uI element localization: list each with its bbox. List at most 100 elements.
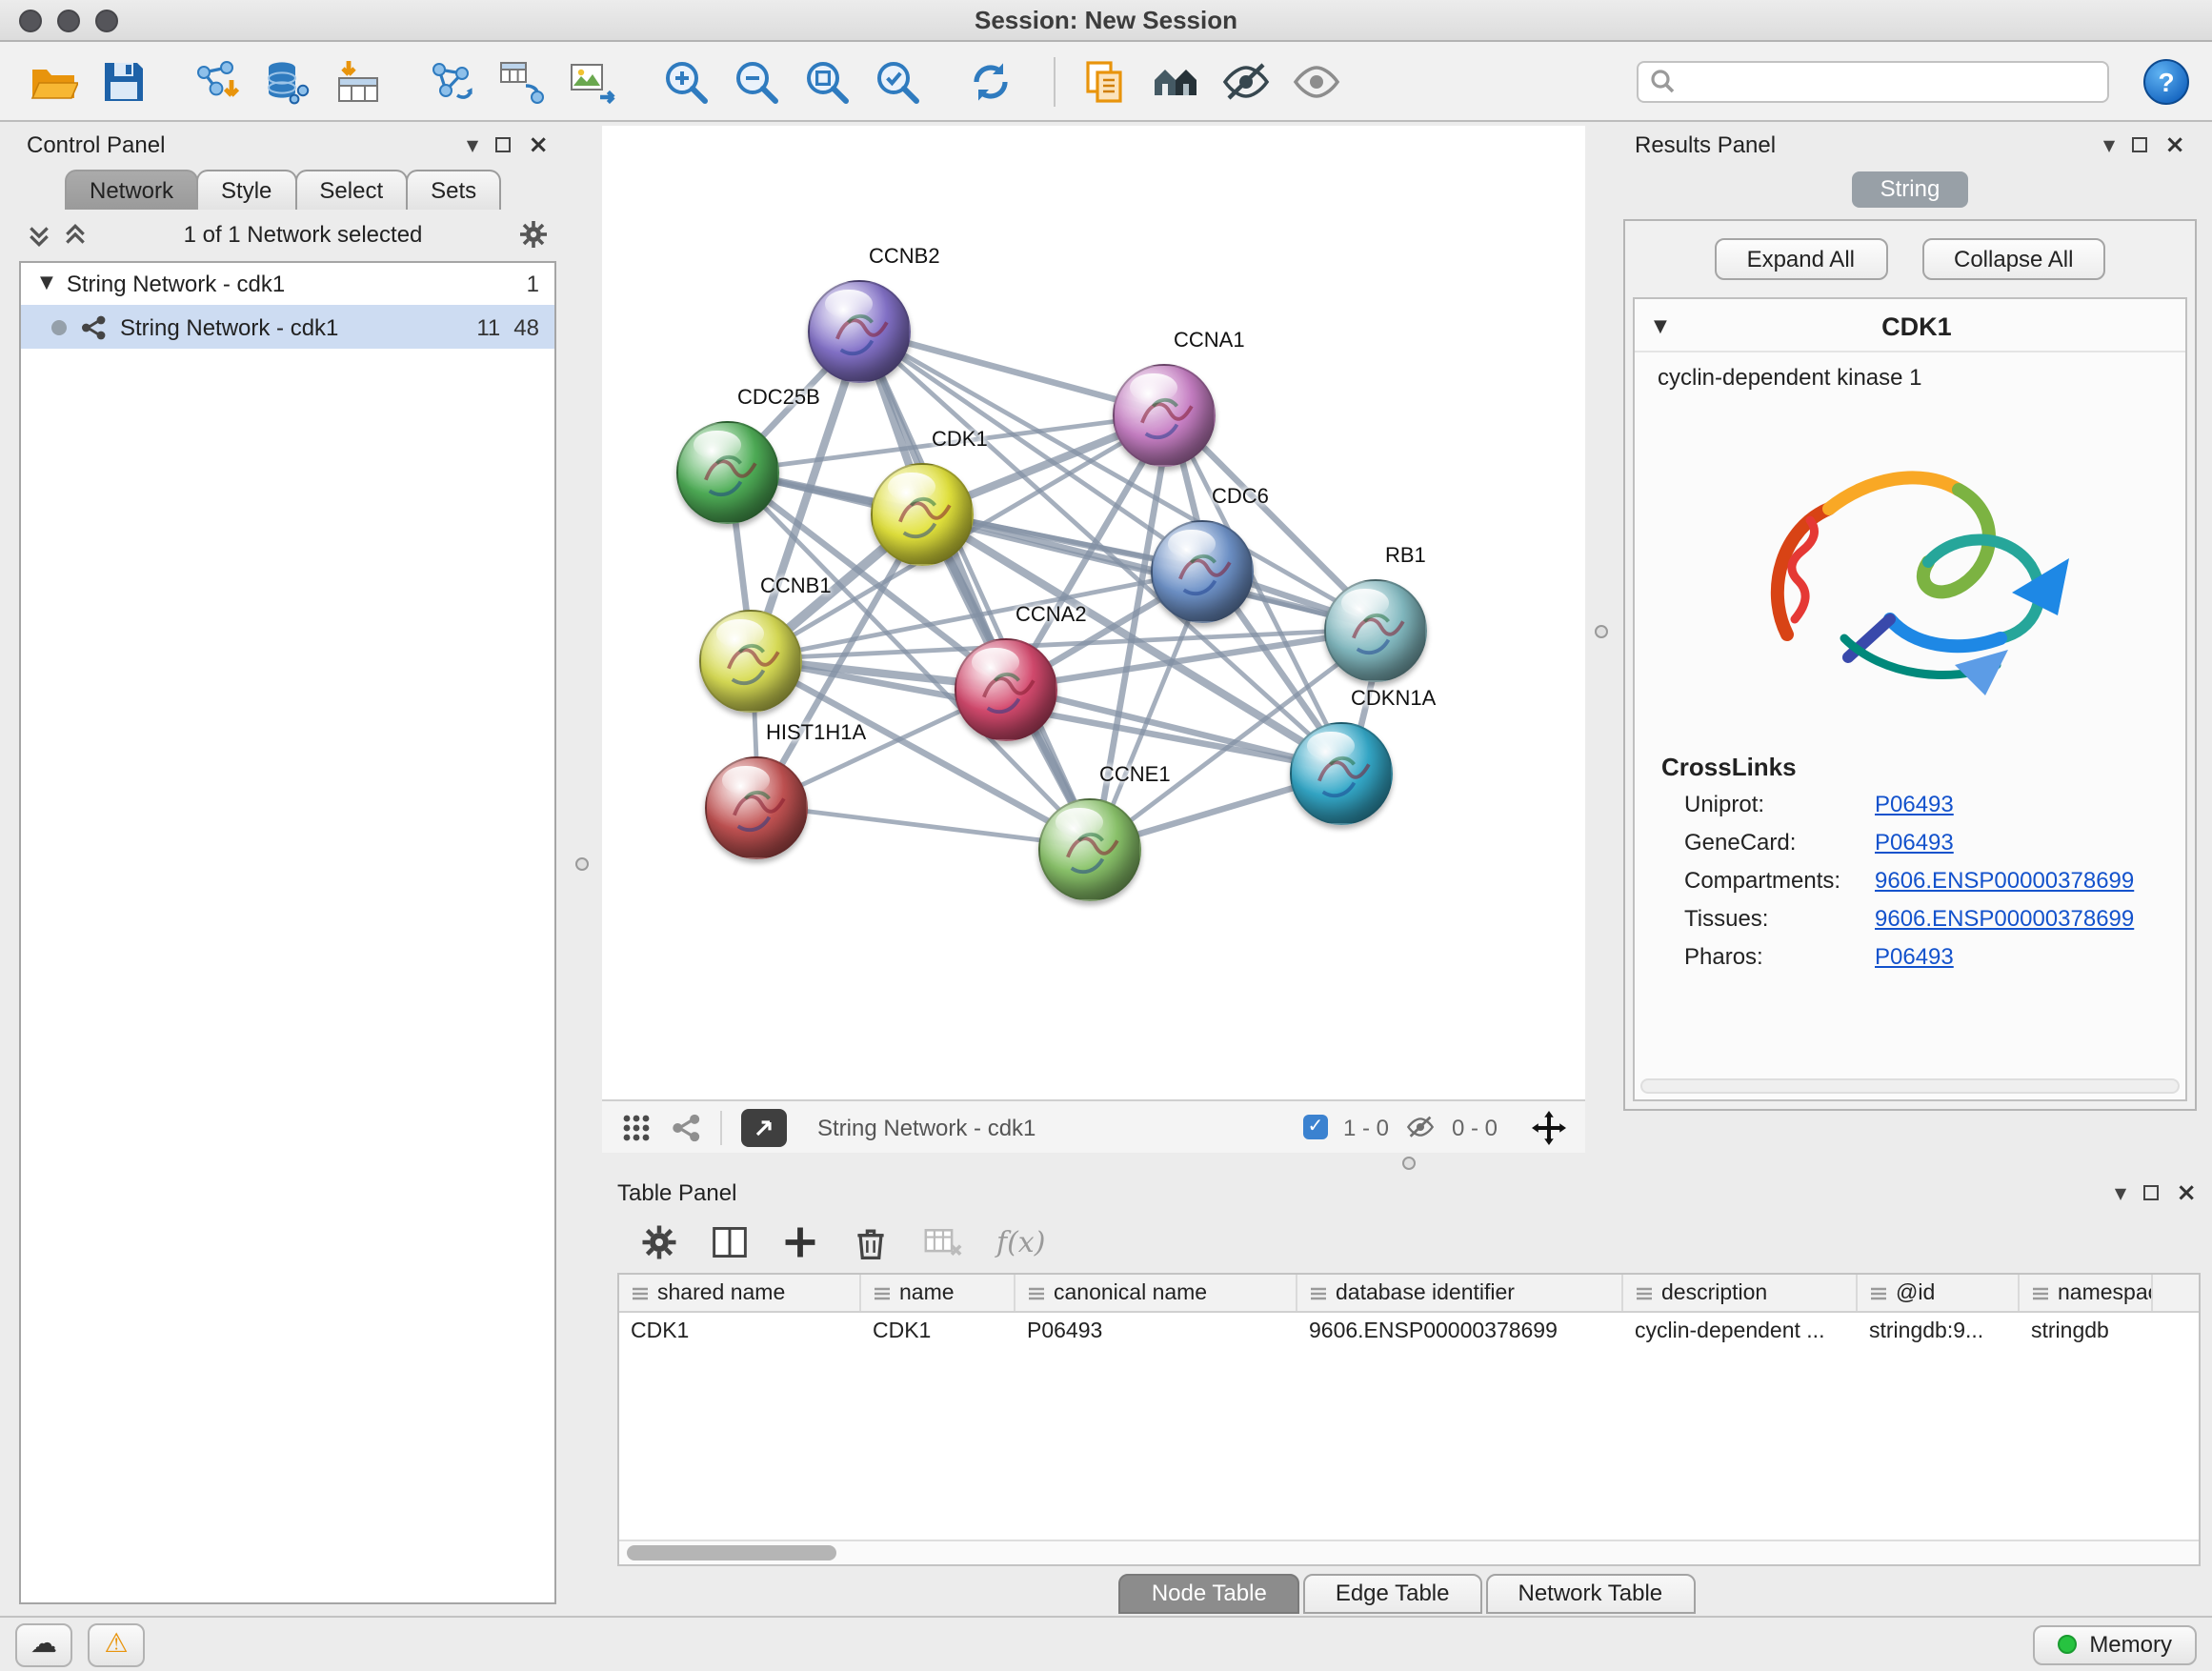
expand-all-button[interactable]: Expand All: [1715, 238, 1887, 280]
export-image-icon[interactable]: [562, 50, 623, 111]
column-header[interactable]: namespace: [2020, 1275, 2153, 1311]
tab-network-table[interactable]: Network Table: [1486, 1574, 1696, 1614]
tab-edge-table[interactable]: Edge Table: [1303, 1574, 1482, 1614]
detach-view-icon[interactable]: [741, 1108, 787, 1146]
network-label: String Network - cdk1: [120, 313, 463, 340]
collapse-section-icon[interactable]: ▼: [1654, 317, 1667, 336]
help-icon[interactable]: ?: [2143, 58, 2189, 104]
network-collection-row[interactable]: ▼ String Network - cdk1 1: [21, 263, 554, 305]
import-network-from-database-icon[interactable]: [257, 50, 318, 111]
network-canvas[interactable]: CCNB2CCNA1CDC25BCDK1CDC6RB1CCNB1CCNA2CDK…: [602, 126, 1585, 1099]
column-header[interactable]: @id: [1858, 1275, 2020, 1311]
network-node-ccnb1[interactable]: [699, 610, 802, 713]
import-network-from-file-icon[interactable]: [187, 50, 248, 111]
apply-layout-icon[interactable]: [960, 50, 1021, 111]
gear-icon[interactable]: [640, 1223, 678, 1261]
maximize-panel-icon[interactable]: [495, 137, 511, 152]
pan-move-icon[interactable]: [1532, 1110, 1566, 1144]
network-options-gear-icon[interactable]: [518, 219, 549, 250]
network-node-cdkn1a[interactable]: [1290, 722, 1393, 825]
network-node-ccne1[interactable]: [1038, 798, 1141, 901]
left-splitter[interactable]: [564, 122, 602, 1616]
table-splitter[interactable]: [602, 1153, 2212, 1174]
show-graphics-details-icon[interactable]: [1286, 50, 1347, 111]
zoom-in-icon[interactable]: [655, 50, 716, 111]
search-field[interactable]: [1637, 60, 2109, 102]
crosslink-value[interactable]: P06493: [1875, 943, 1954, 970]
columns-icon[interactable]: [711, 1223, 749, 1261]
splitter-handle[interactable]: [575, 857, 589, 871]
network-overview-icon[interactable]: [671, 1112, 701, 1142]
zoom-selected-icon[interactable]: [867, 50, 928, 111]
function-builder-icon[interactable]: f(x): [996, 1225, 1045, 1259]
network-node-cdk1[interactable]: [871, 463, 974, 566]
tab-select[interactable]: Select: [294, 170, 408, 210]
close-panel-icon[interactable]: ×: [528, 132, 549, 157]
crosslink-value[interactable]: 9606.ENSP00000378699: [1875, 867, 2134, 894]
scrollbar-thumb[interactable]: [627, 1545, 836, 1560]
open-session-icon[interactable]: [23, 50, 84, 111]
splitter-handle[interactable]: [1402, 1157, 1416, 1170]
delete-row-icon[interactable]: [852, 1223, 890, 1261]
network-node-rb1[interactable]: [1324, 579, 1427, 682]
grid-view-icon[interactable]: [621, 1112, 652, 1142]
right-splitter[interactable]: [1585, 122, 1619, 1153]
collapse-all-button[interactable]: Collapse All: [1921, 238, 2105, 280]
tab-network[interactable]: Network: [65, 170, 198, 210]
close-panel-icon[interactable]: ×: [2164, 132, 2185, 157]
splitter-handle[interactable]: [1595, 625, 1608, 638]
hide-graphics-details-icon[interactable]: [1216, 50, 1277, 111]
cloud-status-icon[interactable]: ☁: [15, 1622, 72, 1666]
network-node-ccna2[interactable]: [955, 638, 1057, 741]
crosslink-value[interactable]: P06493: [1875, 829, 1954, 856]
zoom-fit-icon[interactable]: [796, 50, 857, 111]
maximize-panel-icon[interactable]: [2132, 137, 2147, 152]
results-horizontal-scrollbar[interactable]: [1640, 1078, 2180, 1094]
add-row-icon[interactable]: [781, 1223, 819, 1261]
tab-sets[interactable]: Sets: [406, 170, 501, 210]
column-header[interactable]: canonical name: [1016, 1275, 1297, 1311]
crosslinks-list: Uniprot:P06493GeneCard:P06493Compartment…: [1635, 785, 2185, 976]
network-node-hist1h1a[interactable]: [705, 756, 808, 859]
zoom-out-icon[interactable]: [726, 50, 787, 111]
collapse-all-icon[interactable]: [27, 222, 51, 247]
maximize-panel-icon[interactable]: [2143, 1185, 2159, 1200]
column-header[interactable]: name: [861, 1275, 1016, 1311]
show-neighbors-icon[interactable]: [1145, 50, 1206, 111]
float-panel-icon[interactable]: ▼: [2103, 136, 2115, 153]
column-header[interactable]: description: [1623, 1275, 1858, 1311]
new-table-icon[interactable]: [492, 50, 553, 111]
memory-button[interactable]: Memory: [2032, 1624, 2197, 1664]
float-panel-icon[interactable]: ▼: [2115, 1184, 2126, 1201]
network-row-selected[interactable]: String Network - cdk1 11 48: [21, 305, 554, 349]
new-network-icon[interactable]: [421, 50, 482, 111]
crosslinks-title: CrossLinks: [1635, 737, 2185, 785]
tab-style[interactable]: Style: [196, 170, 296, 210]
network-node-ccnb2[interactable]: [808, 280, 911, 383]
crosslink-value[interactable]: 9606.ENSP00000378699: [1875, 905, 2134, 932]
minimize-window-button[interactable]: [57, 9, 80, 31]
close-window-button[interactable]: [19, 9, 42, 31]
tab-string[interactable]: String: [1852, 171, 1969, 208]
search-input[interactable]: [1684, 68, 2096, 94]
tab-node-table[interactable]: Node Table: [1119, 1574, 1299, 1614]
save-session-icon[interactable]: [93, 50, 154, 111]
duplicate-page-icon[interactable]: [1075, 50, 1136, 111]
crosslink-value[interactable]: P06493: [1875, 791, 1954, 817]
column-header[interactable]: shared name: [619, 1275, 861, 1311]
network-node-cdc25b[interactable]: [676, 421, 779, 524]
delete-table-icon[interactable]: [922, 1223, 964, 1261]
close-panel-icon[interactable]: ×: [2176, 1180, 2197, 1205]
network-node-cdc6[interactable]: [1151, 520, 1254, 623]
expand-all-icon[interactable]: [63, 222, 88, 247]
maximize-window-button[interactable]: [95, 9, 118, 31]
import-table-from-file-icon[interactable]: [328, 50, 389, 111]
column-header[interactable]: database identifier: [1297, 1275, 1623, 1311]
collapse-tree-icon[interactable]: ▼: [40, 274, 53, 293]
network-node-ccna1[interactable]: [1113, 364, 1216, 467]
results-panel: Results Panel ▼ × String Expand All: [1619, 126, 2212, 1153]
float-panel-icon[interactable]: ▼: [467, 136, 478, 153]
table-row[interactable]: CDK1CDK1P064939606.ENSP00000378699cyclin…: [619, 1313, 2199, 1351]
warning-icon[interactable]: ⚠: [88, 1622, 145, 1666]
protein-section-header[interactable]: ▼ CDK1: [1635, 299, 2185, 352]
